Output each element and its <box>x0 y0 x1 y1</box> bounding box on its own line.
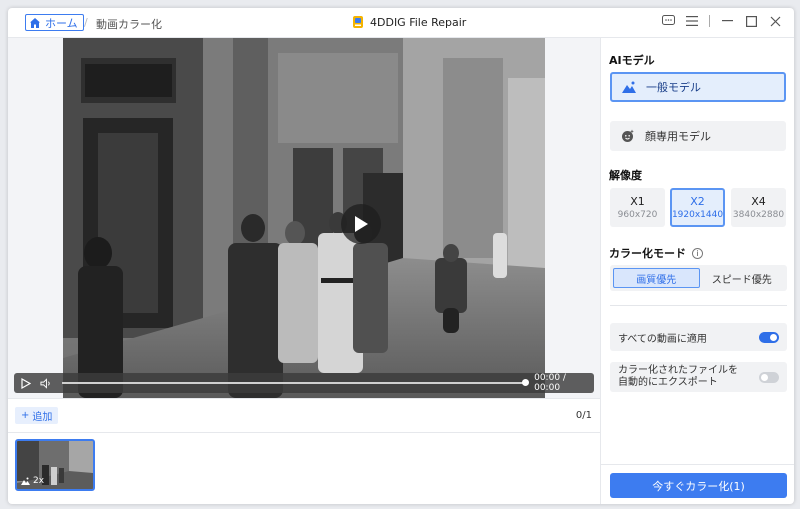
colorize-now-button[interactable]: 今すぐカラー化(1) <box>610 473 787 498</box>
time-display: 00:00 / 00:00 <box>534 373 566 393</box>
add-file-label: 追加 <box>32 412 53 423</box>
resolution-x4-label: X4 <box>751 195 766 208</box>
resolution-x2-label: X2 <box>690 195 705 208</box>
auto-export-row: カラー化されたファイルを 自動的にエクスポート <box>610 362 787 392</box>
info-icon[interactable]: i <box>692 247 703 259</box>
image-icon <box>21 477 30 485</box>
face-icon <box>622 129 634 142</box>
quality-priority-option[interactable]: 画質優先 <box>613 268 700 288</box>
menu-icon[interactable] <box>685 14 699 28</box>
video-thumbnail[interactable]: 2x <box>15 439 95 491</box>
face-model-button[interactable]: 顔専用モデル <box>610 121 786 151</box>
seek-bar[interactable] <box>61 379 530 386</box>
resolution-x2-size: 1920x1440 <box>671 210 724 220</box>
thumbnail-badge: 2x <box>21 476 44 486</box>
home-icon <box>30 17 40 28</box>
close-icon[interactable] <box>768 14 782 28</box>
resolution-x2-button[interactable]: X2 1920x1440 <box>670 188 725 227</box>
color-mode-selector: 画質優先 スピード優先 <box>610 265 787 291</box>
play-small-icon[interactable] <box>21 377 33 389</box>
auto-export-line2: 自動的にエクスポート <box>618 377 718 388</box>
auto-export-line1: カラー化されたファイルを <box>618 365 738 376</box>
color-mode-title-text: カラー化モード <box>609 247 686 260</box>
panel-footer: 今すぐカラー化(1) <box>601 464 794 504</box>
home-button[interactable]: ホーム <box>25 14 84 31</box>
breadcrumb-current: 動画カラー化 <box>96 18 162 31</box>
apply-all-toggle[interactable] <box>759 331 779 343</box>
preview-area: 00:00 / 00:00 <box>8 38 600 398</box>
home-label: ホーム <box>45 16 78 30</box>
plus-icon: + <box>21 410 30 421</box>
app-logo-icon <box>353 16 363 28</box>
speed-priority-option[interactable]: スピード優先 <box>700 268 785 288</box>
video-frame[interactable] <box>63 38 545 398</box>
settings-panel: AIモデル 一般モデル 顔専用モデル 解像度 X1 960x720 X2 192… <box>600 38 794 504</box>
breadcrumb-separator: / <box>84 16 88 29</box>
resolution-title: 解像度 <box>609 167 642 183</box>
controls-divider <box>709 15 710 27</box>
auto-export-toggle[interactable] <box>759 371 779 383</box>
resolution-x1-button[interactable]: X1 960x720 <box>610 188 665 227</box>
minimize-icon[interactable] <box>720 14 734 28</box>
feedback-icon[interactable] <box>661 14 675 28</box>
thumbnail-strip: 2x <box>8 432 600 504</box>
video-still-image <box>63 38 545 398</box>
add-file-button[interactable]: + 追加 <box>15 407 59 424</box>
resolution-x4-size: 3840x2880 <box>732 210 785 220</box>
app-name: 4DDIG File Repair <box>370 15 467 29</box>
title-bar: ホーム / 動画カラー化 4DDIG File Repair <box>8 8 794 38</box>
resolution-x1-label: X1 <box>630 195 645 208</box>
resolution-x1-size: 960x720 <box>617 210 658 220</box>
play-icon <box>355 216 368 232</box>
maximize-icon[interactable] <box>744 14 758 28</box>
resolution-x4-button[interactable]: X4 3840x2880 <box>731 188 786 227</box>
apply-all-row: すべての動画に適用 <box>610 323 787 351</box>
thumbnail-scale: 2x <box>33 476 45 486</box>
ai-model-title: AIモデル <box>609 52 655 68</box>
auto-export-label: カラー化されたファイルを 自動的にエクスポート <box>618 365 738 389</box>
panel-divider <box>610 305 787 306</box>
color-mode-title: カラー化モード i <box>609 245 703 261</box>
seek-thumb[interactable] <box>522 379 530 386</box>
volume-icon[interactable] <box>40 377 52 389</box>
app-window: ホーム / 動画カラー化 4DDIG File Repair 00:00 / 0… <box>8 8 794 504</box>
window-controls <box>661 14 782 28</box>
resolution-title-text: 解像度 <box>609 169 642 182</box>
apply-all-label: すべての動画に適用 <box>618 333 707 345</box>
file-count: 0/1 <box>575 410 592 421</box>
file-toolbar: + 追加 0/1 <box>8 398 600 432</box>
player-controls: 00:00 / 00:00 <box>14 373 594 393</box>
app-title: 4DDIG File Repair <box>352 15 466 29</box>
landscape-icon <box>622 81 636 93</box>
general-model-label: 一般モデル <box>646 81 701 94</box>
face-model-label: 顔専用モデル <box>645 130 711 143</box>
general-model-button[interactable]: 一般モデル <box>610 72 786 102</box>
ai-model-title-text: AIモデル <box>609 54 655 67</box>
play-overlay-button[interactable] <box>341 204 381 244</box>
